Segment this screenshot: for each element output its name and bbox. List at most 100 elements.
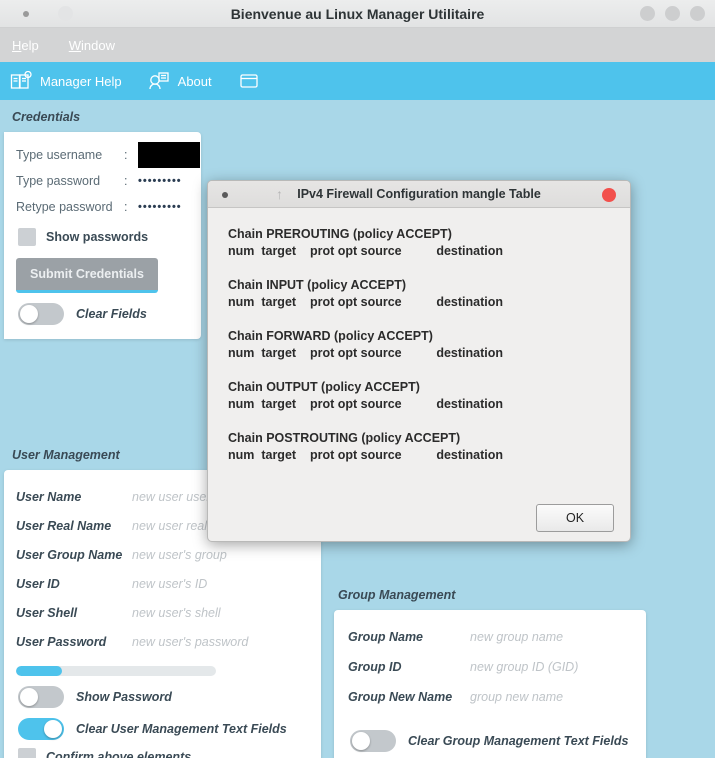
about-icon	[148, 71, 170, 91]
chain-columns: num target prot opt source destination	[228, 295, 504, 309]
progress-fill	[16, 666, 62, 676]
group-management-panel: Group Management Group Name new group na…	[330, 578, 650, 758]
user-id-input[interactable]: new user's ID	[132, 577, 207, 591]
label-retype-password: Retype password	[16, 200, 113, 214]
chain-header: Chain PREROUTING (policy ACCEPT)	[228, 227, 452, 241]
minimize-button[interactable]	[640, 6, 655, 21]
chain-columns: num target prot opt source destination	[228, 244, 504, 258]
chain-block: Chain POSTROUTING (policy ACCEPT) num ta…	[228, 430, 630, 464]
label-group-id: Group ID	[348, 660, 402, 674]
page-title: Bienvenue au Linux Manager Utilitaire	[230, 6, 485, 22]
clear-group-fields-label: Clear Group Management Text Fields	[408, 734, 629, 748]
confirm-group-elements-row: Confirm Group Elements	[334, 752, 646, 758]
user-group-name-input[interactable]: new user's group	[132, 548, 227, 562]
toolbar-label-manager-help: Manager Help	[40, 73, 122, 89]
chain-block: Chain INPUT (policy ACCEPT) num target p…	[228, 277, 630, 311]
colon-retype: :	[124, 200, 128, 214]
toolbar: Manager Help About	[0, 62, 715, 100]
clear-user-fields-row: Clear User Management Text Fields	[4, 708, 321, 740]
close-button[interactable]	[690, 6, 705, 21]
user-shell-input[interactable]: new user's shell	[132, 606, 221, 620]
clear-fields-row: Clear Fields	[4, 293, 201, 325]
user-password-input[interactable]: new user's password	[132, 635, 248, 649]
show-password-toggle[interactable]	[18, 686, 64, 708]
ok-button[interactable]: OK	[536, 504, 614, 532]
show-passwords-label: Show passwords	[46, 230, 149, 244]
label-user-group-name: User Group Name	[16, 547, 123, 562]
show-password-row: Show Password	[4, 676, 321, 708]
chain-columns: num target prot opt source destination	[228, 397, 504, 411]
credentials-row-password: Type password : •••••••••	[4, 168, 201, 194]
label-group-new-name: Group New Name	[348, 690, 453, 704]
credentials-panel: Credentials Type username : Type passwor…	[0, 100, 205, 339]
window-icon	[238, 71, 260, 91]
label-user-name: User Name	[16, 489, 82, 504]
menubar: Help Window	[0, 28, 715, 62]
label-group-name: Group Name	[348, 630, 424, 644]
toggle-knob	[352, 732, 370, 750]
toolbar-item-manager-help[interactable]: Manager Help	[10, 71, 122, 91]
group-new-name-input[interactable]: group new name	[470, 690, 563, 704]
colon-username: :	[124, 148, 128, 162]
dialog-footer: OK	[208, 504, 630, 532]
colon-password: :	[124, 174, 128, 188]
submit-credentials-button[interactable]: Submit Credentials	[16, 258, 158, 293]
show-passwords-checkbox[interactable]	[18, 228, 36, 246]
dialog-titlebar: ↑ IPv4 Firewall Configuration mangle Tab…	[208, 181, 630, 208]
clear-group-fields-toggle[interactable]	[350, 730, 396, 752]
label-type-password: Type password	[16, 174, 101, 188]
chain-block: Chain FORWARD (policy ACCEPT) num target…	[228, 328, 630, 362]
label-user-id: User ID	[16, 576, 60, 591]
group-id-row: Group ID new group ID (GID)	[334, 652, 646, 682]
credentials-row-retype-password: Retype password : •••••••••	[4, 194, 201, 220]
window-titlebar: Bienvenue au Linux Manager Utilitaire	[0, 0, 715, 28]
user-password-row: User Password new user's password	[4, 627, 321, 656]
clear-group-fields-row: Clear Group Management Text Fields	[334, 712, 646, 752]
group-management-title: Group Management	[338, 588, 456, 602]
clear-fields-toggle[interactable]	[18, 303, 64, 325]
maximize-button[interactable]	[665, 6, 680, 21]
chain-header: Chain FORWARD (policy ACCEPT)	[228, 329, 433, 343]
confirm-user-elements-label: Confirm above elements	[46, 750, 192, 758]
label-user-real-name: User Real Name	[16, 518, 112, 533]
dialog-close-icon[interactable]	[602, 188, 616, 202]
retype-password-input[interactable]: •••••••••	[138, 201, 182, 213]
menu-item-help[interactable]: Help	[12, 38, 39, 53]
user-group-name-row: User Group Name new user's group	[4, 540, 321, 569]
group-new-name-row: Group New Name group new name	[334, 682, 646, 712]
content-area: Credentials Type username : Type passwor…	[0, 100, 715, 758]
dialog-title: IPv4 Firewall Configuration mangle Table	[297, 187, 541, 201]
clear-user-fields-toggle[interactable]	[18, 718, 64, 740]
toggle-knob	[44, 720, 62, 738]
label-type-username: Type username	[16, 148, 103, 162]
chain-columns: num target prot opt source destination	[228, 346, 504, 360]
show-password-label: Show Password	[76, 690, 172, 704]
chain-header: Chain POSTROUTING (policy ACCEPT)	[228, 431, 461, 445]
chain-header: Chain INPUT (policy ACCEPT)	[228, 278, 407, 292]
credentials-title: Credentials	[12, 110, 81, 124]
confirm-user-elements-row: Confirm above elements	[4, 740, 321, 758]
group-id-input[interactable]: new group ID (GID)	[470, 660, 578, 674]
firewall-dialog: ↑ IPv4 Firewall Configuration mangle Tab…	[207, 180, 631, 542]
label-user-shell: User Shell	[16, 605, 78, 620]
username-input[interactable]	[138, 142, 200, 168]
menu-item-window[interactable]: Window	[69, 38, 115, 53]
toggle-knob	[20, 305, 38, 323]
toolbar-item-window[interactable]	[238, 71, 260, 91]
user-shell-row: User Shell new user's shell	[4, 598, 321, 627]
group-name-input[interactable]: new group name	[470, 630, 563, 644]
toolbar-item-about[interactable]: About	[148, 71, 212, 91]
chain-columns: num target prot opt source destination	[228, 448, 504, 462]
user-password-strength-bar	[16, 666, 216, 676]
label-user-password: User Password	[16, 634, 107, 649]
clear-fields-label: Clear Fields	[76, 307, 147, 321]
chain-header: Chain OUTPUT (policy ACCEPT)	[228, 380, 420, 394]
toggle-knob	[20, 688, 38, 706]
password-input[interactable]: •••••••••	[138, 175, 182, 187]
manager-help-icon	[10, 71, 32, 91]
show-passwords-row: Show passwords	[4, 220, 201, 246]
confirm-user-elements-checkbox[interactable]	[18, 748, 36, 758]
window-controls	[640, 6, 705, 21]
chain-block: Chain PREROUTING (policy ACCEPT) num tar…	[228, 226, 630, 260]
user-id-row: User ID new user's ID	[4, 569, 321, 598]
